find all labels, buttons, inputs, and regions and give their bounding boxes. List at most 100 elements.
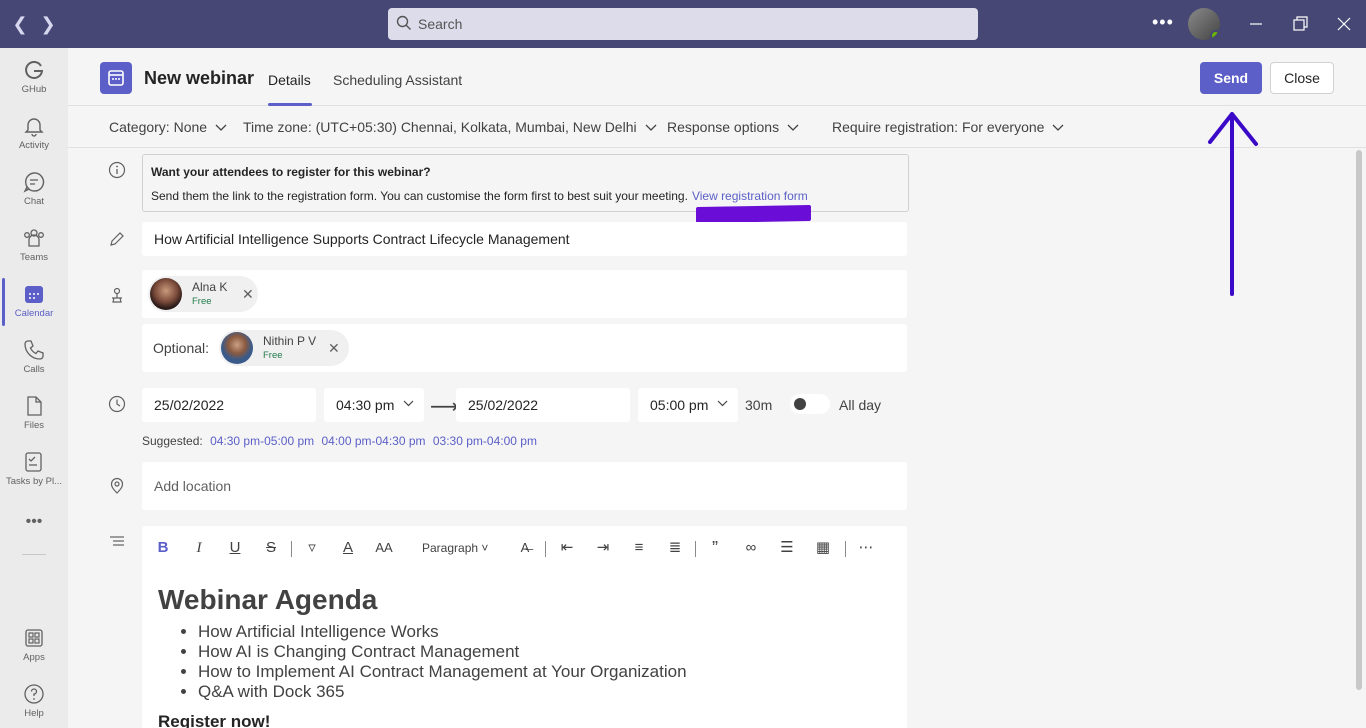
response-options-dropdown[interactable]: Response options — [667, 119, 799, 135]
end-date-input[interactable]: 25/02/2022 — [456, 388, 630, 422]
category-dropdown[interactable]: Category: None — [109, 119, 227, 135]
highlight-icon[interactable]: ▿ — [302, 538, 322, 558]
tab-details[interactable]: Details — [268, 72, 311, 88]
bulleted-list-icon[interactable]: ≡ — [629, 538, 649, 558]
underline-icon[interactable]: U — [225, 538, 245, 558]
rail-more-icon[interactable]: ••• — [0, 500, 68, 530]
registration-dropdown[interactable]: Require registration: For everyone — [832, 119, 1064, 135]
rail-item-activity[interactable]: Activity — [0, 106, 68, 162]
more-options-icon[interactable]: ⋯ — [856, 538, 876, 558]
rail-item-chat[interactable]: Chat — [0, 162, 68, 218]
highlight-annotation — [696, 204, 811, 224]
forward-arrow-icon[interactable]: ❯ — [38, 14, 58, 34]
chevron-down-icon — [1052, 124, 1064, 132]
agenda-heading: Webinar Agenda — [158, 584, 378, 615]
rail-label: Teams — [20, 252, 48, 263]
chat-icon — [23, 172, 45, 193]
help-icon — [24, 684, 44, 704]
arrow-right-icon: ⟶ — [430, 396, 459, 418]
numbered-list-icon[interactable]: ≣ — [665, 538, 685, 558]
location-input[interactable]: Add location — [142, 462, 907, 510]
toolbar-divider — [291, 541, 292, 557]
rail-item-apps[interactable]: Apps — [0, 618, 68, 674]
quote-icon[interactable]: ” — [705, 538, 725, 558]
back-arrow-icon[interactable]: ❮ — [10, 14, 30, 34]
info-title: Want your attendees to register for this… — [151, 165, 431, 179]
decrease-indent-icon[interactable]: ⇤ — [557, 538, 577, 558]
timezone-dropdown[interactable]: Time zone: (UTC+05:30) Chennai, Kolkata,… — [243, 119, 657, 135]
meeting-title-input[interactable]: How Artificial Intelligence Supports Con… — [142, 222, 907, 256]
list-item: Q&A with Dock 365 — [198, 682, 687, 702]
rail-item-files[interactable]: Files — [0, 386, 68, 442]
rail-item-calls[interactable]: Calls — [0, 330, 68, 386]
attendee-name: Alna K — [192, 280, 228, 294]
presenters-field[interactable]: Alna K Free ✕ — [142, 270, 907, 318]
all-day-toggle[interactable] — [790, 394, 830, 414]
list-item: How Artificial Intelligence Works — [198, 622, 687, 642]
chevron-down-icon — [787, 124, 799, 132]
align-icon[interactable]: ☰ — [777, 538, 797, 558]
font-color-icon[interactable]: A — [338, 538, 358, 558]
presenter-icon — [112, 287, 122, 303]
chevron-down-icon — [717, 400, 728, 407]
rich-text-editor[interactable]: B I U S ▿ A AA Paragraph ˅ A̶ ⇤ ⇥ ≡ ≣ ” … — [142, 526, 907, 728]
suggested-time-link[interactable]: 04:30 pm-05:00 pm — [210, 434, 314, 448]
toolbar-divider — [545, 541, 546, 557]
timezone-label: Time zone: (UTC+05:30) Chennai, Kolkata,… — [243, 119, 637, 135]
rail-label: Calendar — [14, 308, 54, 319]
arrow-up-annotation — [1208, 112, 1258, 296]
toolbar-divider — [695, 541, 696, 557]
rail-item-calendar[interactable]: Calendar — [0, 274, 68, 330]
tab-scheduling-assistant[interactable]: Scheduling Assistant — [333, 72, 462, 88]
avatar[interactable] — [1188, 8, 1220, 40]
rail-item-help[interactable]: Help — [0, 674, 68, 728]
attendee-chip[interactable]: Nithin P V Free ✕ — [219, 330, 349, 366]
attendee-chip[interactable]: Alna K Free ✕ — [148, 276, 258, 312]
attendee-status: Free — [263, 350, 283, 361]
location-placeholder: Add location — [154, 478, 232, 494]
table-icon[interactable]: ▦ — [813, 538, 833, 558]
optional-attendees-field[interactable]: Optional: Nithin P V Free ✕ — [142, 324, 907, 372]
chevron-down-icon — [403, 400, 414, 407]
search-input[interactable]: Search — [388, 8, 978, 40]
avatar — [150, 278, 182, 310]
rail-label: Calls — [23, 364, 45, 375]
scrollbar[interactable] — [1356, 150, 1362, 690]
attendee-status: Free — [192, 296, 212, 307]
link-icon[interactable]: ∞ — [741, 538, 761, 558]
suggested-time-link[interactable]: 03:30 pm-04:00 pm — [433, 434, 537, 448]
increase-indent-icon[interactable]: ⇥ — [593, 538, 613, 558]
view-registration-form-link[interactable]: View registration form — [692, 189, 808, 203]
suggested-times: Suggested: 04:30 pm-05:00 pm 04:00 pm-04… — [142, 434, 537, 448]
bell-icon — [24, 118, 44, 137]
clock-icon — [108, 395, 126, 413]
suggested-time-link[interactable]: 04:00 pm-04:30 pm — [321, 434, 425, 448]
remove-icon[interactable]: ✕ — [242, 286, 254, 303]
clear-formatting-icon[interactable]: A̶ — [515, 538, 535, 558]
strikethrough-icon[interactable]: S — [261, 538, 281, 558]
bold-icon[interactable]: B — [153, 538, 173, 558]
close-button[interactable]: Close — [1270, 62, 1334, 94]
remove-icon[interactable]: ✕ — [328, 340, 340, 357]
start-time-dropdown[interactable]: 04:30 pm — [324, 388, 424, 422]
attendee-name: Nithin P V — [263, 334, 317, 348]
send-button[interactable]: Send — [1200, 62, 1262, 94]
more-options-icon[interactable]: ••• — [1152, 12, 1174, 33]
toggle-knob — [794, 398, 806, 410]
agenda-list: How Artificial Intelligence Works How AI… — [198, 622, 687, 702]
paragraph-style-dropdown[interactable]: Paragraph ˅ — [422, 541, 488, 555]
restore-icon[interactable] — [1289, 13, 1311, 35]
rail-item-teams[interactable]: Teams — [0, 218, 68, 274]
italic-icon[interactable]: I — [189, 538, 209, 558]
rail-label: Activity — [18, 140, 50, 151]
close-window-icon[interactable] — [1333, 13, 1355, 35]
rail-item-ghub[interactable]: GHub — [0, 50, 68, 106]
start-time-value: 04:30 pm — [336, 397, 395, 413]
font-size-icon[interactable]: AA — [374, 538, 394, 558]
minimize-icon[interactable] — [1245, 13, 1267, 35]
response-options-label: Response options — [667, 119, 780, 135]
start-date-input[interactable]: 25/02/2022 — [142, 388, 316, 422]
end-time-dropdown[interactable]: 05:00 pm — [638, 388, 738, 422]
main-panel: New webinar Details Scheduling Assistant… — [68, 48, 1366, 728]
rail-item-tasks[interactable]: Tasks by Pl... — [0, 442, 68, 498]
